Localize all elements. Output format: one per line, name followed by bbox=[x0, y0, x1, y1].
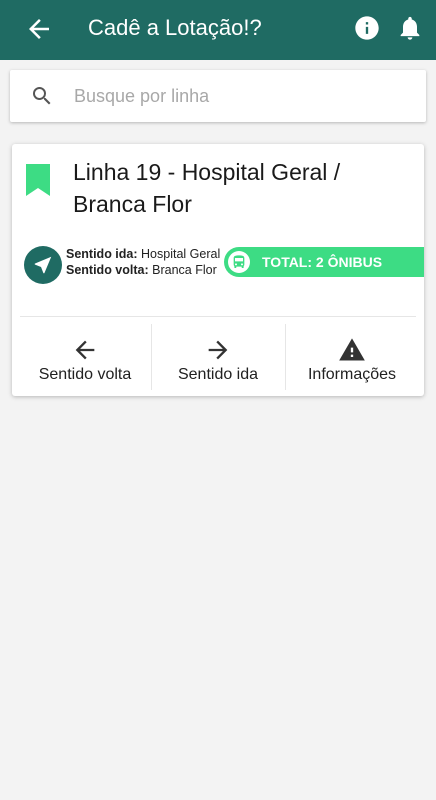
bookmark-icon[interactable] bbox=[24, 162, 52, 198]
search-bar bbox=[10, 70, 426, 122]
information-button[interactable]: Informações bbox=[286, 318, 418, 396]
navigation-arrow-icon bbox=[34, 256, 52, 274]
return-label: Sentido volta: bbox=[66, 263, 149, 277]
search-icon bbox=[33, 87, 51, 105]
bus-icon-circle bbox=[228, 251, 250, 273]
arrow-right-icon bbox=[208, 340, 228, 360]
arrow-left-icon bbox=[75, 340, 95, 360]
return-direction-label: Sentido volta bbox=[38, 366, 132, 383]
bell-icon[interactable] bbox=[396, 13, 424, 43]
total-buses-label: TOTAL: 2 ÔNIBUS bbox=[262, 254, 383, 270]
outbound-direction-button[interactable]: Sentido ida bbox=[152, 318, 284, 396]
card-divider bbox=[20, 316, 416, 317]
arrow-back-icon[interactable] bbox=[24, 14, 54, 44]
search-input[interactable] bbox=[74, 80, 404, 112]
info-icon[interactable] bbox=[353, 14, 381, 42]
direction-badge bbox=[24, 246, 62, 284]
line-card[interactable]: Linha 19 - Hospital Geral / Branca Flor … bbox=[12, 144, 424, 396]
app-title: Cadê a Lotação!? bbox=[88, 15, 262, 40]
app-bar: Cadê a Lotação!? bbox=[0, 0, 436, 60]
return-value: Branca Flor bbox=[152, 263, 217, 277]
return-direction-button[interactable]: Sentido volta bbox=[20, 318, 150, 396]
direction-info: Sentido ida: Hospital Geral Sentido volt… bbox=[66, 246, 226, 278]
line-title: Linha 19 - Hospital Geral / Branca Flor bbox=[73, 159, 341, 217]
outbound-value: Hospital Geral bbox=[141, 247, 221, 261]
information-label: Informações bbox=[307, 366, 397, 383]
total-buses-badge: TOTAL: 2 ÔNIBUS bbox=[224, 247, 424, 277]
outbound-label: Sentido ida: bbox=[66, 247, 138, 261]
card-actions: Sentido volta Sentido ida Informações bbox=[12, 318, 424, 396]
bus-icon bbox=[233, 255, 245, 268]
outbound-direction-label: Sentido ida bbox=[177, 366, 259, 383]
warning-icon bbox=[339, 338, 365, 361]
